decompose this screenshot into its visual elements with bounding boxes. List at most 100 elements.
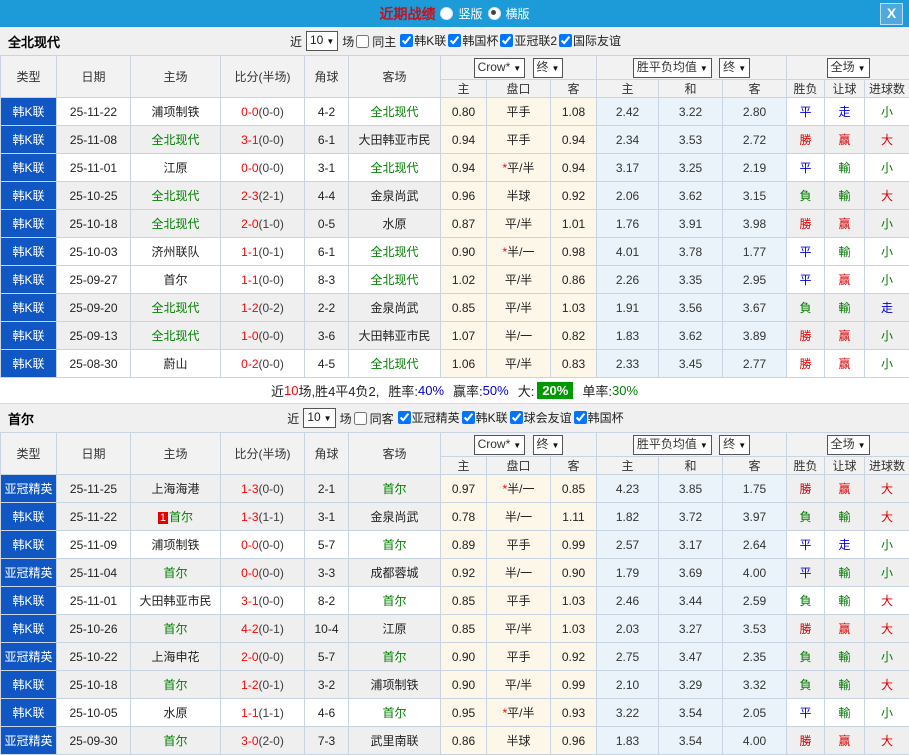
odds-final-select[interactable]: 终▼ [533, 435, 564, 455]
home-odds-cell: 0.94 [441, 126, 487, 154]
match-count-select[interactable]: 10▼ [303, 408, 335, 428]
vertical-layout-radio[interactable] [440, 7, 453, 20]
filter-near-label: 近 [287, 410, 299, 427]
handicap-result-cell: 赢 [825, 126, 865, 154]
summary-single-value: 30% [612, 383, 638, 398]
avg-away-cell: 3.89 [723, 322, 787, 350]
away-odds-cell: 0.92 [551, 182, 597, 210]
team-name: 金泉尚武 [370, 510, 418, 524]
handicap-result-cell: 走 [825, 98, 865, 126]
league-type-cell: 韩K联 [1, 182, 57, 210]
close-icon[interactable]: X [880, 3, 903, 25]
fulltime-score: 2-3 [241, 189, 258, 203]
corners-cell: 7-3 [305, 727, 349, 755]
avg-home-cell: 1.91 [597, 294, 659, 322]
avg-home-cell: 3.17 [597, 154, 659, 182]
team-name: 浦项制铁 [370, 678, 418, 692]
goals-cell: 小 [865, 266, 909, 294]
fulltime-score: 0-0 [241, 161, 258, 175]
date-cell: 25-09-27 [57, 266, 131, 294]
vertical-layout-label[interactable]: 竖版 [458, 5, 482, 22]
team-name: 水原 [382, 217, 406, 231]
handicap-result-cell: 赢 [825, 350, 865, 378]
outcome-cell: 勝 [787, 126, 825, 154]
league-checkbox[interactable] [500, 34, 513, 47]
horizontal-layout-label[interactable]: 横版 [506, 5, 530, 22]
goals-cell: 小 [865, 98, 909, 126]
scope-select[interactable]: 全场▼ [827, 435, 870, 455]
date-cell: 25-10-03 [57, 238, 131, 266]
league-checkbox[interactable] [574, 411, 587, 424]
team-name: 首尔 [382, 650, 406, 664]
league-checkbox[interactable] [510, 411, 523, 424]
table-row: 韩K联25-10-25全北现代2-3(2-1)4-4金泉尚武0.96半球0.92… [1, 182, 909, 210]
team-name: 浦项制铁 [151, 538, 199, 552]
scope-select[interactable]: 全场▼ [827, 58, 870, 78]
corners-cell: 4-2 [305, 98, 349, 126]
away-team-cell: 首尔 [349, 643, 441, 671]
home-team-cell: 上海海港 [131, 475, 221, 503]
league-label: 亚冠联2 [514, 32, 557, 49]
odds-final-select[interactable]: 终▼ [533, 58, 564, 78]
away-odds-cell: 0.99 [551, 671, 597, 699]
team-name: 全北现代 [370, 105, 418, 119]
odds-source-select[interactable]: Crow*▼ [474, 435, 526, 455]
avg-home-cell: 2.46 [597, 587, 659, 615]
sub-header-avg-draw: 和 [659, 457, 723, 475]
league-checkbox[interactable] [448, 34, 461, 47]
league-checkbox[interactable] [462, 411, 475, 424]
handicap-result-cell: 輸 [825, 238, 865, 266]
avg-away-cell: 3.15 [723, 182, 787, 210]
league-label: 球会友谊 [524, 409, 572, 426]
col-header-score: 比分(半场) [221, 56, 305, 98]
league-checkbox[interactable] [559, 34, 572, 47]
away-odds-cell: 0.82 [551, 322, 597, 350]
col-header-date: 日期 [57, 433, 131, 475]
handicap-result-cell: 輸 [825, 154, 865, 182]
odds-source-select[interactable]: Crow*▼ [474, 58, 526, 78]
league-checkbox[interactable] [400, 34, 413, 47]
league-type-cell: 韩K联 [1, 210, 57, 238]
avg-draw-cell: 3.54 [659, 699, 723, 727]
league-filters: 韩K联韩国杯亚冠联2国际友谊 [398, 32, 621, 50]
fulltime-score: 0-2 [241, 357, 258, 371]
corners-cell: 5-7 [305, 643, 349, 671]
goals-cell: 小 [865, 210, 909, 238]
score-cell: 0-0(0-0) [221, 154, 305, 182]
chevron-down-icon: ▼ [738, 441, 746, 450]
horizontal-layout-radio[interactable] [488, 7, 501, 20]
table-row: 韩K联25-10-18全北现代2-0(1-0)0-5水原0.87平/半1.011… [1, 210, 909, 238]
same-venue-checkbox[interactable] [354, 412, 367, 425]
avg-group-header: 胜平负均值▼ 终▼ [597, 56, 787, 80]
handicap-result-cell: 赢 [825, 475, 865, 503]
avg-final-select[interactable]: 终▼ [719, 435, 750, 455]
corners-cell: 3-6 [305, 322, 349, 350]
team-section: 全北现代 近 10▼ 场 同主 韩K联韩国杯亚冠联2国际友谊 类型 日期 [0, 27, 909, 404]
league-type-cell: 亚冠精英 [1, 475, 57, 503]
avg-final-select[interactable]: 终▼ [719, 58, 750, 78]
odds-final-value: 终 [537, 60, 549, 74]
home-team-cell: 首尔 [131, 727, 221, 755]
sub-header-avg-home: 主 [597, 80, 659, 98]
avg-home-cell: 2.10 [597, 671, 659, 699]
summary-near: 近 [271, 381, 284, 400]
outcome-cell: 平 [787, 238, 825, 266]
avg-draw-cell: 3.69 [659, 559, 723, 587]
league-type-cell: 韩K联 [1, 503, 57, 531]
avg-source-select[interactable]: 胜平负均值▼ [633, 58, 712, 78]
home-odds-cell: 0.90 [441, 671, 487, 699]
league-checkbox[interactable] [398, 411, 411, 424]
avg-source-select[interactable]: 胜平负均值▼ [633, 435, 712, 455]
date-cell: 25-11-09 [57, 531, 131, 559]
same-venue-checkbox[interactable] [356, 35, 369, 48]
avg-home-cell: 1.79 [597, 559, 659, 587]
away-odds-cell: 1.01 [551, 210, 597, 238]
handicap-cell: 半/一 [487, 322, 551, 350]
league-filter: 亚冠联2 [500, 32, 557, 49]
avg-away-cell: 2.80 [723, 98, 787, 126]
match-count-select[interactable]: 10▼ [306, 31, 338, 51]
corners-cell: 4-6 [305, 699, 349, 727]
halftime-score: (2-1) [259, 189, 284, 203]
league-label: 韩K联 [476, 409, 508, 426]
league-type-cell: 韩K联 [1, 322, 57, 350]
